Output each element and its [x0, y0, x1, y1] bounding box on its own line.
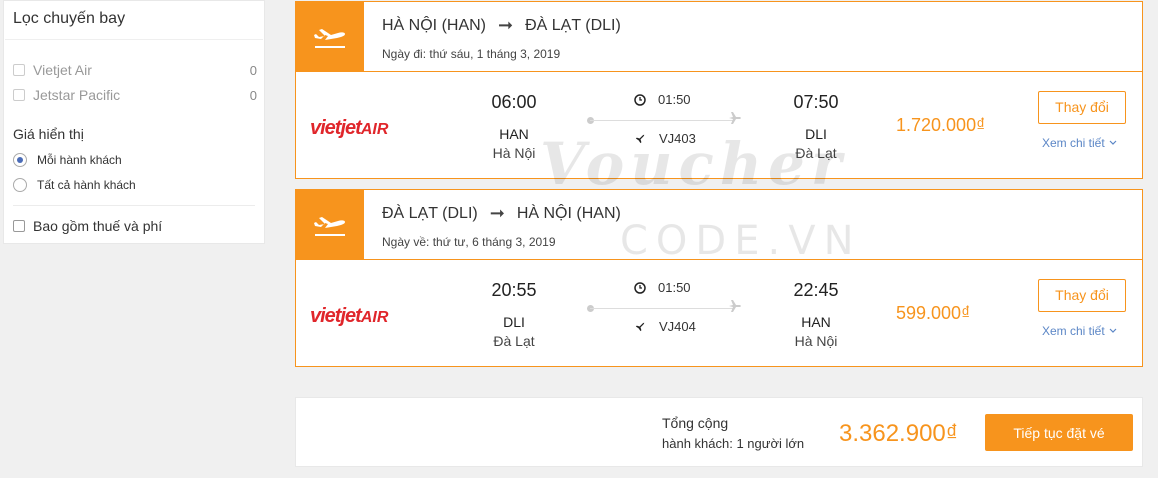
- route-line: [590, 120, 734, 121]
- route-title: ĐÀ LẠT (DLI) ➞ HÀ NỘI (HAN): [382, 203, 621, 224]
- flight-card-outbound: HÀ NỘI (HAN) ➞ ĐÀ LẠT (DLI) Ngày đi: thứ…: [295, 1, 1143, 179]
- radio-label: Mỗi hành khách: [37, 153, 122, 167]
- radio-per-passenger[interactable]: Mỗi hành khách: [13, 153, 122, 167]
- return-date: Ngày về: thứ tư, 6 tháng 3, 2019: [382, 235, 556, 249]
- flight-number: VJ404: [634, 319, 696, 334]
- arrow-right-icon: ➞: [498, 15, 514, 35]
- vietjet-logo: vietjetAIR: [310, 305, 388, 328]
- change-flight-button[interactable]: Thay đổi: [1038, 91, 1126, 124]
- radio-all-passengers[interactable]: Tất cả hành khách: [13, 178, 136, 192]
- departure-city: Hà Nội: [492, 145, 536, 161]
- radio-selected-icon[interactable]: [13, 153, 27, 167]
- departure-city: Đà Lạt: [493, 333, 535, 349]
- arrival-city: Hà Nội: [794, 333, 838, 349]
- filter-sidebar: Lọc chuyến bay Vietjet Air 0 Jetstar Pac…: [3, 0, 265, 244]
- passenger-count: hành khách: 1 người lớn: [662, 436, 805, 451]
- airline-filter-count: 0: [249, 62, 257, 78]
- route-origin: ĐÀ LẠT (DLI): [382, 204, 478, 222]
- plane-icon: [729, 300, 741, 312]
- flight-card-header: ĐÀ LẠT (DLI) ➞ HÀ NỘI (HAN) Ngày về: thứ…: [296, 190, 1142, 260]
- flight-duration: 01:50: [634, 92, 691, 107]
- view-detail-label: Xem chi tiết: [1042, 136, 1105, 150]
- route-origin: HÀ NỘI (HAN): [382, 16, 486, 34]
- plane-icon: [635, 134, 645, 144]
- route-destination: HÀ NỘI (HAN): [516, 204, 621, 222]
- checkbox-icon[interactable]: [13, 89, 25, 101]
- arrival-city: Đà Lạt: [795, 145, 837, 161]
- airline-filter-label: Vietjet Air: [33, 62, 92, 78]
- checkbox-icon[interactable]: [13, 220, 25, 232]
- flight-price: 1.720.000₫: [896, 115, 986, 135]
- flight-number-value: VJ403: [659, 131, 696, 146]
- checkbox-icon[interactable]: [13, 64, 25, 76]
- vietjet-logo: vietjetAIR: [310, 117, 388, 140]
- price-display-title: Giá hiển thị: [13, 126, 84, 142]
- view-detail-link[interactable]: Xem chi tiết: [1042, 136, 1117, 150]
- departure-time: 20:55: [491, 280, 537, 300]
- takeoff-icon: [296, 2, 364, 72]
- plane-icon: [729, 112, 741, 124]
- change-flight-button[interactable]: Thay đổi: [1038, 279, 1126, 312]
- logo-text-air: AIR: [360, 309, 389, 326]
- route-title: HÀ NỘI (HAN) ➞ ĐÀ LẠT (DLI): [382, 15, 621, 36]
- logo-text: vietjet: [310, 305, 362, 327]
- arrival-time: 07:50: [793, 92, 839, 112]
- total-bar: Tổng cộng hành khách: 1 người lớn 3.362.…: [295, 397, 1143, 467]
- arrival-code: DLI: [805, 126, 827, 142]
- airline-filter-label: Jetstar Pacific: [33, 87, 121, 103]
- route-line: [590, 308, 734, 309]
- view-detail-link[interactable]: Xem chi tiết: [1042, 324, 1117, 338]
- arrow-right-icon: ➞: [489, 203, 505, 223]
- takeoff-icon: [296, 190, 364, 260]
- flight-card-return: ĐÀ LẠT (DLI) ➞ HÀ NỘI (HAN) Ngày về: thứ…: [295, 189, 1143, 367]
- departure-time: 06:00: [491, 92, 537, 112]
- filter-airline-vietjet[interactable]: Vietjet Air 0: [13, 61, 257, 79]
- total-price: 3.362.900₫: [839, 420, 959, 447]
- filter-airline-jetstar[interactable]: Jetstar Pacific 0: [13, 86, 257, 104]
- logo-text-air: AIR: [360, 121, 389, 138]
- duration-value: 01:50: [658, 92, 691, 107]
- flight-number: VJ403: [634, 131, 696, 146]
- flight-duration: 01:50: [634, 280, 691, 295]
- divider: [13, 205, 255, 206]
- logo-text: vietjet: [310, 117, 362, 139]
- radio-label: Tất cả hành khách: [37, 178, 136, 192]
- view-detail-label: Xem chi tiết: [1042, 324, 1105, 338]
- plane-icon: [635, 322, 645, 332]
- airline-filter-count: 0: [249, 87, 257, 103]
- filter-title: Lọc chuyến bay: [13, 10, 126, 27]
- chevron-down-icon: [1109, 328, 1117, 333]
- route-destination: ĐÀ LẠT (DLI): [525, 16, 621, 34]
- flight-card-header: HÀ NỘI (HAN) ➞ ĐÀ LẠT (DLI) Ngày đi: thứ…: [296, 2, 1142, 72]
- include-tax-label: Bao gồm thuế và phí: [33, 218, 163, 234]
- departure-code: DLI: [503, 314, 525, 330]
- flight-number-value: VJ404: [659, 319, 696, 334]
- flight-price: 599.000₫: [896, 303, 971, 323]
- continue-booking-button[interactable]: Tiếp tục đặt vé: [985, 414, 1133, 451]
- clock-icon: [634, 93, 646, 106]
- radio-unselected-icon[interactable]: [13, 178, 27, 192]
- arrival-time: 22:45: [793, 280, 839, 300]
- total-label: Tổng cộng: [662, 415, 729, 431]
- duration-value: 01:50: [658, 280, 691, 295]
- departure-code: HAN: [499, 126, 529, 142]
- divider: [5, 39, 263, 40]
- chevron-down-icon: [1109, 140, 1117, 145]
- clock-icon: [634, 281, 646, 294]
- include-tax-checkbox[interactable]: Bao gồm thuế và phí: [13, 218, 162, 234]
- arrival-code: HAN: [801, 314, 831, 330]
- departure-date: Ngày đi: thứ sáu, 1 tháng 3, 2019: [382, 47, 561, 61]
